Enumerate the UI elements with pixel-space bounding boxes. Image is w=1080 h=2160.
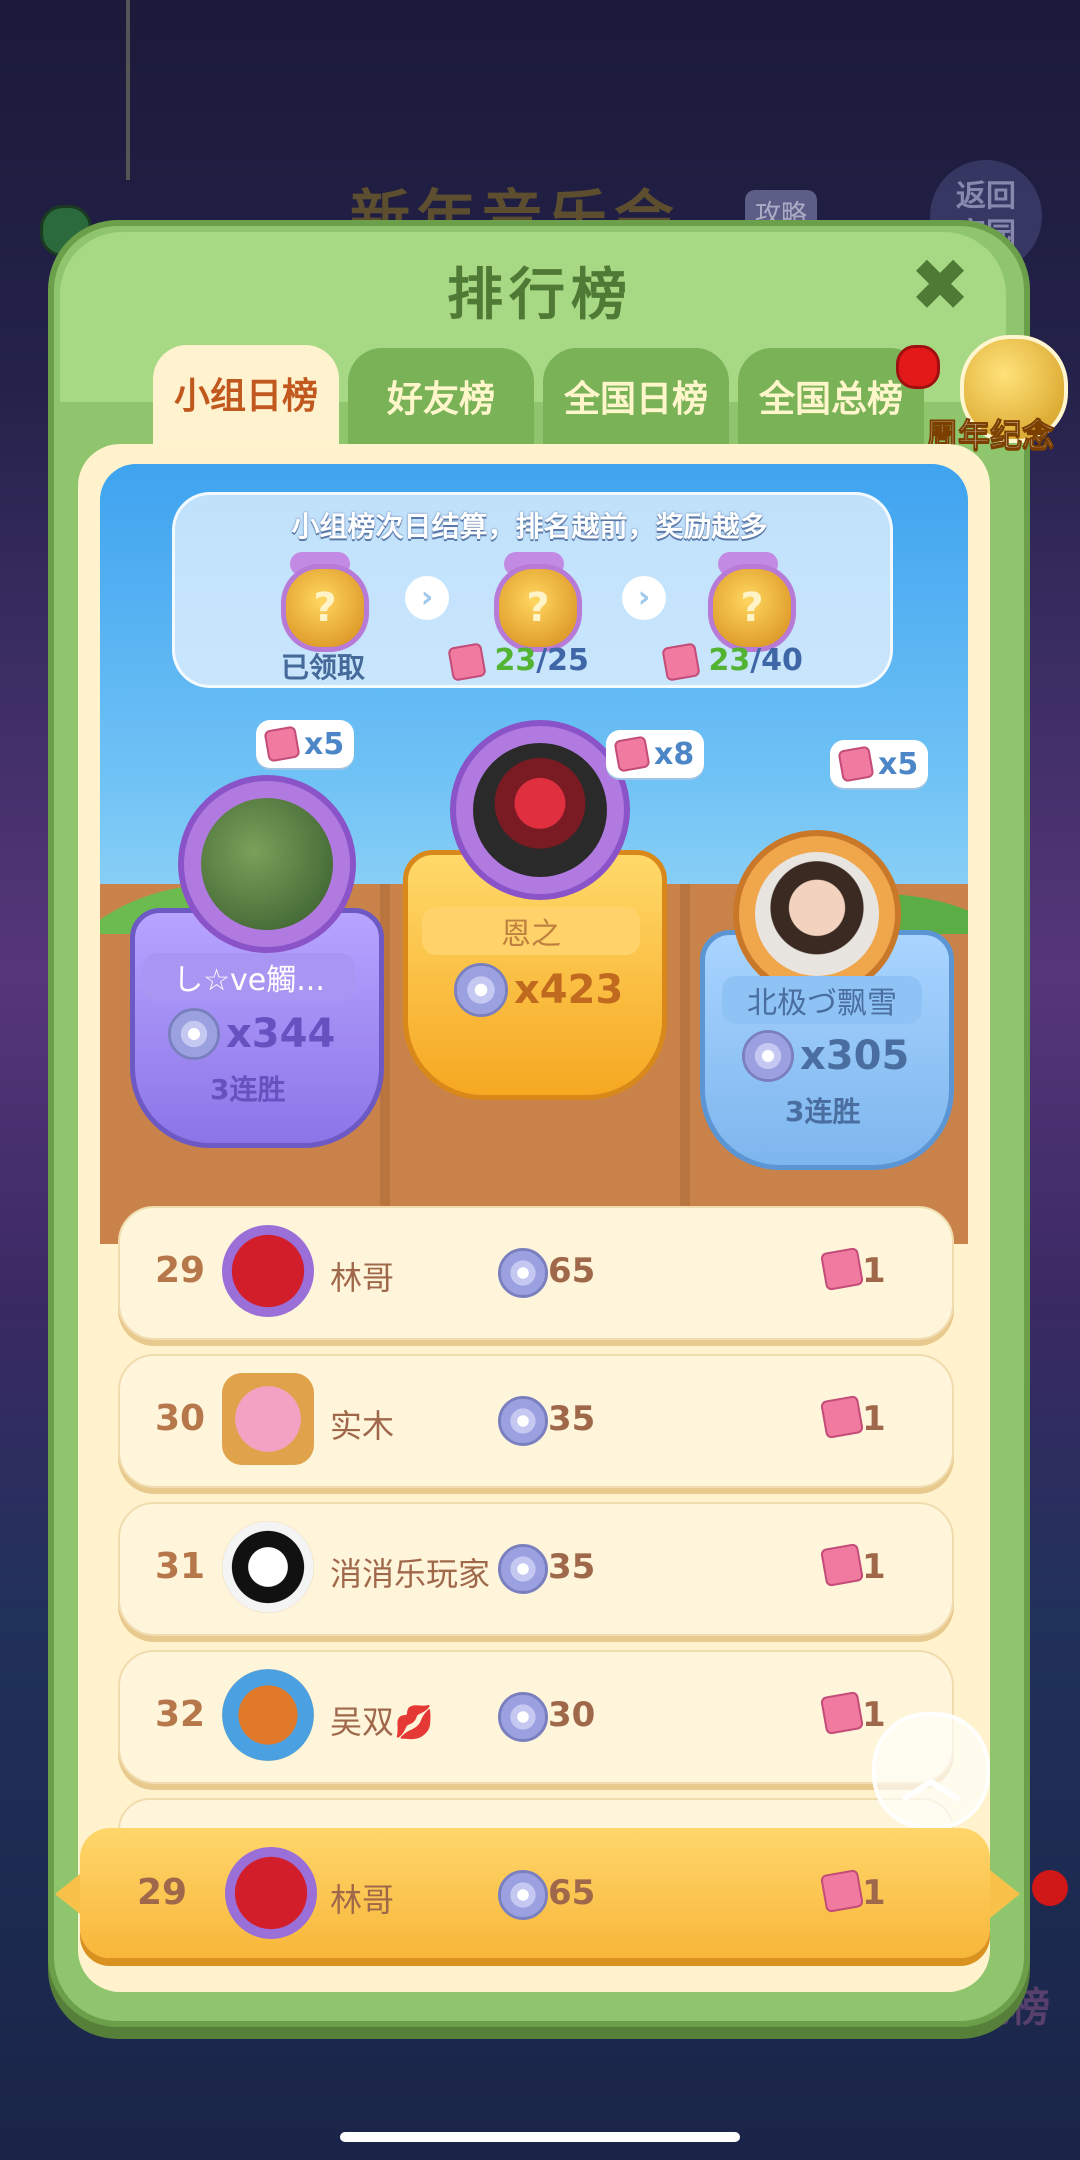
fragment-icon xyxy=(819,1542,865,1588)
row-rank: 32 xyxy=(154,1694,206,1735)
disc-icon xyxy=(498,1544,548,1594)
row-name: 吴双💋 xyxy=(330,1703,434,1741)
reward-chest-1-icon[interactable]: ? xyxy=(281,564,369,652)
row-score: 65 xyxy=(548,1251,596,1291)
reward-2-progress: 23/25 xyxy=(447,641,589,682)
arrow-right-icon: › xyxy=(405,576,449,620)
fragment-bubble: x5 xyxy=(256,720,355,768)
row-fragments: 1 xyxy=(862,1399,886,1439)
row-name: 实木 xyxy=(330,1407,395,1445)
arrow-right-icon: › xyxy=(622,576,666,620)
avatar-frame[interactable] xyxy=(178,775,356,953)
scroll-to-top-button[interactable]: ︿ xyxy=(872,1712,990,1830)
disc-icon xyxy=(498,1248,548,1298)
reward-info-title: 小组榜次日结算，排名越前，奖励越多 xyxy=(291,510,768,543)
podium-second-streak: 3连胜 xyxy=(210,1073,286,1106)
reward-1-status: 已领取 xyxy=(281,651,366,684)
avatar[interactable] xyxy=(222,1521,314,1613)
avatar xyxy=(473,743,607,877)
disc-icon xyxy=(168,1008,220,1060)
fragment-bubble: x8 xyxy=(606,730,705,778)
disc-icon xyxy=(742,1030,794,1082)
highlight-bar-edge xyxy=(990,1870,1020,1918)
my-fragments: 1 xyxy=(862,1873,886,1913)
fragment-icon xyxy=(819,1246,865,1292)
my-name: 林哥 xyxy=(330,1881,395,1919)
row-name: 消消乐玩家 xyxy=(330,1555,491,1593)
podium-first-name: 恩之 xyxy=(422,907,640,955)
tab-notification-dot xyxy=(896,345,940,389)
row-fragments: 1 xyxy=(862,1547,886,1587)
fragment-icon xyxy=(661,641,701,682)
podium-third-name: 北极づ飘雪 xyxy=(722,976,922,1024)
stage-divider xyxy=(680,884,690,1244)
podium-second-score: x344 xyxy=(168,1008,335,1060)
tab-friends[interactable]: 好友榜 xyxy=(348,348,534,448)
fragment-icon xyxy=(613,735,651,773)
avatar-frame[interactable] xyxy=(450,720,630,900)
my-score: 65 xyxy=(548,1873,596,1913)
tab-national-daily[interactable]: 全国日榜 xyxy=(543,348,729,448)
row-name: 林哥 xyxy=(330,1259,395,1297)
fragment-icon xyxy=(447,641,487,682)
avatar xyxy=(201,798,333,930)
row-score: 35 xyxy=(548,1547,596,1587)
close-icon[interactable]: ✖ xyxy=(905,243,975,327)
my-rank: 29 xyxy=(136,1872,188,1913)
podium-first-score: x423 xyxy=(454,963,623,1017)
avatar xyxy=(755,852,879,976)
hanging-wire xyxy=(126,0,130,180)
home-indicator[interactable] xyxy=(340,2132,740,2142)
avatar[interactable] xyxy=(222,1225,314,1317)
avatar[interactable] xyxy=(222,1669,314,1761)
row-rank: 31 xyxy=(154,1546,206,1587)
fragment-icon xyxy=(837,745,875,783)
fragment-icon xyxy=(819,1690,865,1736)
fragment-bubble: x5 xyxy=(830,740,929,788)
notification-dot xyxy=(1032,1870,1068,1906)
podium-third-score: x305 xyxy=(742,1030,909,1082)
disc-icon xyxy=(498,1692,548,1742)
fragment-icon xyxy=(819,1394,865,1440)
row-fragments: 1 xyxy=(862,1251,886,1291)
row-rank: 30 xyxy=(154,1398,206,1439)
fragment-icon xyxy=(263,725,301,763)
avatar[interactable] xyxy=(222,1373,314,1465)
podium-third-streak: 3连胜 xyxy=(785,1095,861,1128)
row-fragments: 1 xyxy=(862,1695,886,1735)
fragment-icon xyxy=(819,1868,865,1914)
podium-second-name: し☆ve觸... xyxy=(143,953,355,1001)
reward-chest-3-icon[interactable]: ? xyxy=(708,564,796,652)
row-score: 35 xyxy=(548,1399,596,1439)
row-score: 30 xyxy=(548,1695,596,1735)
reward-chest-2-icon[interactable]: ? xyxy=(494,564,582,652)
disc-icon xyxy=(454,963,508,1017)
tab-group-daily[interactable]: 小组日榜 xyxy=(153,345,339,455)
avatar-frame[interactable] xyxy=(733,830,901,998)
disc-icon xyxy=(498,1870,548,1920)
avatar[interactable] xyxy=(225,1847,317,1939)
row-rank: 29 xyxy=(154,1250,206,1291)
reward-3-progress: 23/40 xyxy=(661,641,803,682)
disc-icon xyxy=(498,1396,548,1446)
